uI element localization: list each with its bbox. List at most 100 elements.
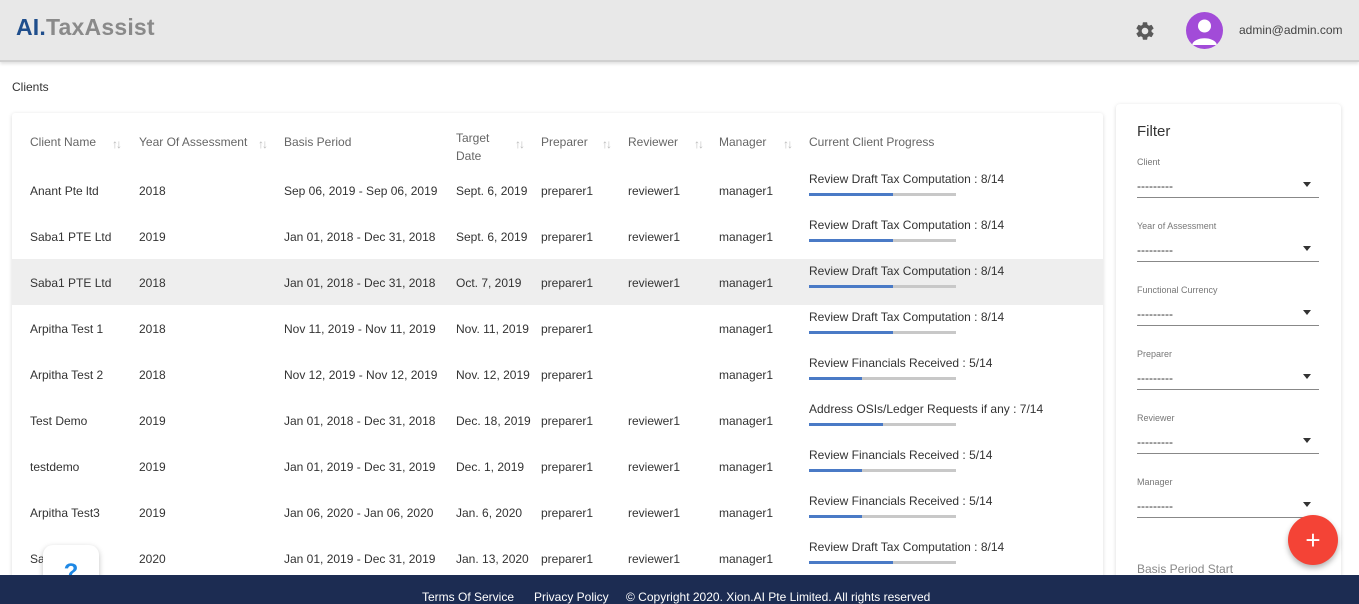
col-preparer[interactable]: Preparer [541, 133, 588, 151]
filter-select[interactable]: --------- [1137, 365, 1319, 390]
filter-select-value: --------- [1137, 499, 1173, 513]
chevron-down-icon[interactable] [1303, 182, 1311, 187]
sort-icon[interactable]: ↑↓ [602, 137, 612, 151]
cell-basis-period: Nov 11, 2019 - Nov 11, 2019 [284, 322, 436, 336]
cell-target-date: Dec. 1, 2019 [456, 460, 525, 474]
filter-field-label: Functional Currency [1137, 285, 1218, 295]
cell-client-name: Arpitha Test3 [30, 506, 100, 520]
filter-select-value: --------- [1137, 243, 1173, 257]
col-current-client-progress[interactable]: Current Client Progress [809, 133, 934, 151]
cell-progress-label: Review Draft Tax Computation : 8/14 [809, 540, 1005, 554]
cell-manager: manager1 [719, 230, 774, 244]
col-basis-period[interactable]: Basis Period [284, 133, 351, 151]
cell-year: 2019 [139, 506, 166, 520]
gear-icon[interactable] [1134, 20, 1156, 42]
cell-manager: manager1 [719, 368, 774, 382]
sort-icon[interactable]: ↑↓ [694, 137, 704, 151]
logo-part-taxassist: TaxAssist [46, 14, 155, 40]
filter-field-label: Reviewer [1137, 413, 1175, 423]
cell-reviewer: reviewer1 [628, 414, 681, 428]
progress-bar [809, 515, 956, 518]
user-avatar-icon[interactable] [1186, 12, 1223, 49]
filter-select[interactable]: --------- [1137, 301, 1319, 326]
chevron-down-icon[interactable] [1303, 246, 1311, 251]
cell-basis-period: Jan 01, 2018 - Dec 31, 2018 [284, 414, 436, 428]
cell-basis-period: Jan 01, 2019 - Dec 31, 2019 [284, 552, 436, 566]
cell-preparer: preparer1 [541, 276, 594, 290]
cell-reviewer: reviewer1 [628, 460, 681, 474]
cell-progress-label: Review Financials Received : 5/14 [809, 494, 993, 508]
filter-select[interactable]: --------- [1137, 237, 1319, 262]
app-logo[interactable]: AI.TaxAssist [16, 14, 155, 41]
cell-client-name: Saba1 PTE Ltd [30, 230, 112, 244]
col-target-date-line2: Date [456, 149, 482, 163]
cell-client-name: Saba1 PTE Ltd [30, 276, 112, 290]
sort-icon[interactable]: ↑↓ [783, 137, 793, 151]
table-row[interactable]: Arpitha Test3 2019 Jan 06, 2020 - Jan 06, … [12, 489, 1103, 535]
filter-field: Reviewer --------- [1137, 413, 1319, 463]
filter-title: Filter [1137, 123, 1171, 140]
cell-year: 2019 [139, 230, 166, 244]
footer-terms-link[interactable]: Terms Of Service [422, 590, 514, 604]
filter-field: Preparer --------- [1137, 349, 1319, 399]
cell-preparer: preparer1 [541, 184, 594, 198]
filter-field: Client --------- [1137, 157, 1319, 207]
progress-bar-fill [809, 515, 862, 518]
sort-icon[interactable]: ↑↓ [112, 137, 122, 151]
cell-manager: manager1 [719, 460, 774, 474]
table-row[interactable]: Arpitha Test 1 2018 Nov 11, 2019 - Nov 11,… [12, 305, 1103, 351]
table-row[interactable]: Anant Pte ltd 2018 Sep 06, 2019 - Sep 06, … [12, 167, 1103, 213]
filter-select[interactable]: --------- [1137, 429, 1319, 454]
progress-bar-fill [809, 377, 862, 380]
col-year-of-assessment[interactable]: Year Of Assessment [139, 133, 247, 151]
cell-preparer: preparer1 [541, 368, 594, 382]
cell-target-date: Oct. 7, 2019 [456, 276, 522, 290]
cell-preparer: preparer1 [541, 230, 594, 244]
filter-basis-period-start-label: Basis Period Start [1137, 562, 1234, 576]
footer-privacy-link[interactable]: Privacy Policy [534, 590, 609, 604]
filter-field: Functional Currency --------- [1137, 285, 1319, 335]
cell-target-date: Sept. 6, 2019 [456, 230, 528, 244]
chevron-down-icon[interactable] [1303, 438, 1311, 443]
chevron-down-icon[interactable] [1303, 502, 1311, 507]
table-row[interactable]: Arpitha Test 2 2018 Nov 12, 2019 - Nov 12,… [12, 351, 1103, 397]
progress-bar-fill [809, 331, 893, 334]
chevron-down-icon[interactable] [1303, 310, 1311, 315]
cell-client-name: Anant Pte ltd [30, 184, 99, 198]
filter-field: Year of Assessment --------- [1137, 221, 1319, 271]
cell-manager: manager1 [719, 552, 774, 566]
cell-client-name: Arpitha Test 1 [30, 322, 104, 336]
cell-progress-label: Review Draft Tax Computation : 8/14 [809, 172, 1005, 186]
filter-field: Manager --------- [1137, 477, 1319, 527]
progress-bar-fill [809, 423, 883, 426]
user-email[interactable]: admin@admin.com [1239, 23, 1343, 37]
sort-icon[interactable]: ↑↓ [515, 137, 525, 151]
table-row[interactable]: Test Demo 2019 Jan 01, 2018 - Dec 31, 2018… [12, 397, 1103, 443]
cell-progress-label: Review Financials Received : 5/14 [809, 356, 993, 370]
cell-progress-label: Review Draft Tax Computation : 8/14 [809, 264, 1005, 278]
filter-select-value: --------- [1137, 371, 1173, 385]
cell-target-date: Jan. 6, 2020 [456, 506, 523, 520]
sort-icon[interactable]: ↑↓ [258, 137, 268, 151]
table-row[interactable]: Saba1 PTE Ltd 2018 Jan 01, 2018 - Dec 31, … [12, 259, 1103, 305]
breadcrumb[interactable]: Clients [12, 80, 49, 94]
table-row[interactable]: Saba1 PTE Ltd 2019 Jan 01, 2018 - Dec 31, … [12, 213, 1103, 259]
col-client-name[interactable]: Client Name [30, 133, 96, 151]
cell-year: 2019 [139, 460, 166, 474]
cell-basis-period: Jan 01, 2019 - Dec 31, 2019 [284, 460, 436, 474]
filter-select[interactable]: --------- [1137, 173, 1319, 198]
cell-progress-label: Address OSIs/Ledger Requests if any : 7/… [809, 402, 1044, 416]
cell-target-date: Jan. 13, 2020 [456, 552, 529, 566]
col-target-date[interactable]: Target Date [456, 129, 489, 165]
table-row[interactable]: testdemo 2019 Jan 01, 2019 - Dec 31, 2019 D… [12, 443, 1103, 489]
col-manager[interactable]: Manager [719, 133, 766, 151]
filter-field-label: Manager [1137, 477, 1173, 487]
col-target-date-line1: Target [456, 131, 490, 145]
filter-field-label: Preparer [1137, 349, 1173, 359]
filter-select[interactable]: --------- [1137, 493, 1319, 518]
top-bar: AI.TaxAssist admin@admin.com [0, 0, 1359, 62]
cell-client-name: Test Demo [30, 414, 88, 428]
add-client-button[interactable]: + [1288, 515, 1338, 565]
col-reviewer[interactable]: Reviewer [628, 133, 678, 151]
chevron-down-icon[interactable] [1303, 374, 1311, 379]
